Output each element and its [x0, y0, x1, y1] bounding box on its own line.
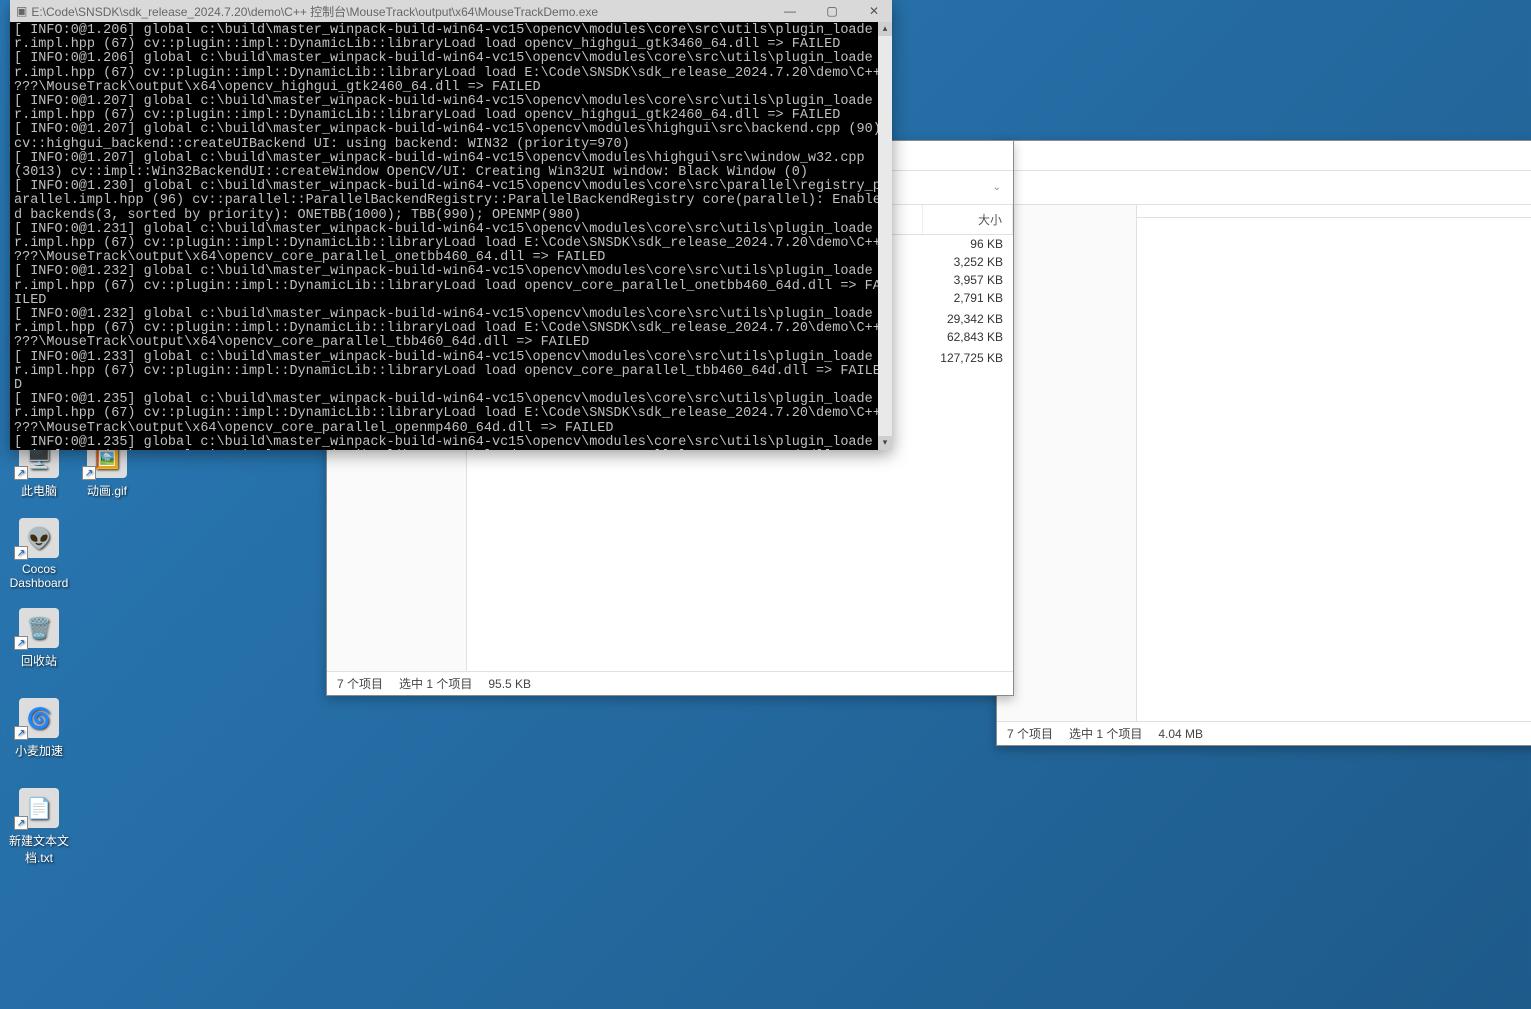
shortcut-arrow-icon: ↗	[14, 636, 28, 650]
chevron-down-icon[interactable]: ⌄	[989, 182, 1005, 193]
console-scrollbar[interactable]: ▴ ▾	[878, 22, 892, 450]
desktop-icon[interactable]: 📄 ↗ 新建文本文档.txt	[4, 788, 74, 866]
cell-size: 3,252 KB	[923, 255, 1013, 269]
scroll-up-button[interactable]: ▴	[878, 22, 892, 36]
explorer2-file-list[interactable]	[1137, 218, 1531, 721]
cell-size: 62,843 KB	[923, 330, 1013, 347]
cell-size: 96 KB	[923, 237, 1013, 251]
desktop-icon-label: 此电脑	[4, 482, 74, 499]
console-title-text: E:\Code\SNSDK\sdk_release_2024.7.20\demo…	[31, 3, 598, 20]
console-icon: ▣	[16, 4, 27, 18]
explorer2-nav-pane[interactable]	[997, 205, 1137, 721]
status-count: 7 个项目	[1007, 725, 1053, 742]
desktop-icon-label: Cocos Dashboard	[4, 562, 74, 590]
desktop-icon-label: 回收站	[4, 652, 74, 669]
cell-size: 3,957 KB	[923, 273, 1013, 287]
console-output[interactable]: [ INFO:0@1.206] global c:\build\master_w…	[10, 22, 892, 450]
explorer-window-2[interactable]: 7 个项目 选中 1 个项目 4.04 MB	[996, 140, 1531, 746]
desktop-icon-label: 动画.gif	[72, 482, 142, 499]
shortcut-arrow-icon: ↗	[14, 466, 28, 480]
col-size[interactable]: 大小	[923, 205, 1013, 234]
cell-size: 29,342 KB	[923, 312, 1013, 326]
status-count: 7 个项目	[337, 675, 383, 692]
desktop-icon[interactable]: 👽 ↗ Cocos Dashboard	[4, 518, 74, 590]
desktop-icon-label: 新建文本文档.txt	[4, 832, 74, 866]
explorer2-statusbar: 7 个项目 选中 1 个项目 4.04 MB	[997, 721, 1531, 745]
console-window[interactable]: ▣ E:\Code\SNSDK\sdk_release_2024.7.20\de…	[10, 0, 892, 450]
console-titlebar[interactable]: ▣ E:\Code\SNSDK\sdk_release_2024.7.20\de…	[10, 0, 892, 22]
desktop-icon[interactable]: 🌀 ↗ 小麦加速	[4, 698, 74, 759]
shortcut-arrow-icon: ↗	[14, 816, 28, 830]
cell-size: 2,791 KB	[923, 291, 1013, 308]
status-selection: 选中 1 个项目	[1069, 725, 1142, 742]
close-button[interactable]: ✕	[862, 4, 886, 18]
desktop-icon-label: 小麦加速	[4, 742, 74, 759]
desktop-icon[interactable]: 🗑️ ↗ 回收站	[4, 608, 74, 669]
explorer2-breadcrumb[interactable]	[997, 171, 1531, 205]
maximize-button[interactable]: ▢	[820, 4, 844, 18]
explorer2-titlebar[interactable]	[997, 141, 1531, 171]
minimize-button[interactable]: —	[778, 4, 802, 18]
scroll-down-button[interactable]: ▾	[878, 436, 892, 450]
shortcut-arrow-icon: ↗	[14, 546, 28, 560]
explorer1-statusbar: 7 个项目 选中 1 个项目 95.5 KB	[327, 671, 1013, 695]
cell-size: 127,725 KB	[923, 351, 1013, 368]
status-size: 4.04 MB	[1158, 727, 1203, 741]
shortcut-arrow-icon: ↗	[14, 726, 28, 740]
explorer2-column-headers[interactable]	[1137, 205, 1531, 218]
status-size: 95.5 KB	[488, 677, 531, 691]
shortcut-arrow-icon: ↗	[82, 466, 96, 480]
status-selection: 选中 1 个项目	[399, 675, 472, 692]
